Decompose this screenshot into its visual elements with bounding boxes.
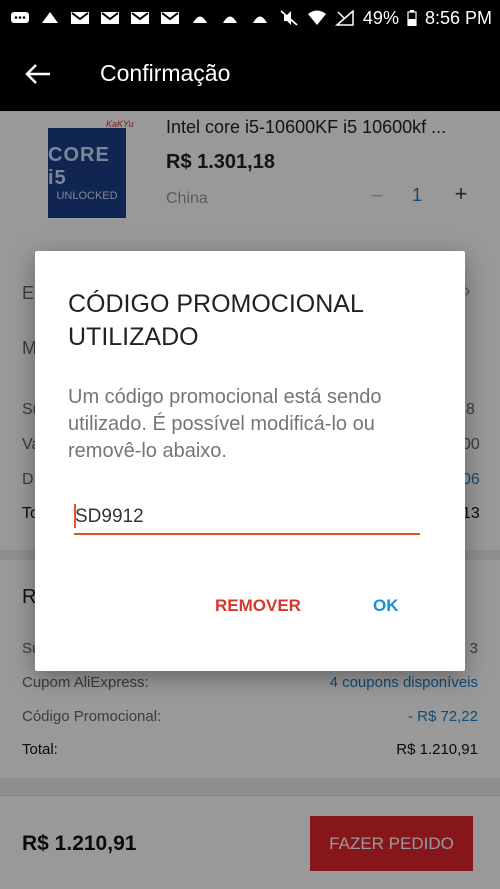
back-arrow-icon[interactable] [8, 36, 68, 111]
app-icon [190, 10, 210, 26]
app-icon [220, 10, 240, 26]
status-bar: 49% 8:56 PM [0, 0, 500, 36]
cloud-icon [40, 10, 60, 26]
gmail-icon [100, 10, 120, 26]
chat-icon [10, 10, 30, 26]
battery-percent: 49% [362, 7, 399, 28]
dialog-message: Um código promocional está sendo utiliza… [68, 386, 382, 462]
no-signal-icon [334, 9, 355, 26]
promo-code-dialog: CÓDIGO PROMOCIONAL UTILIZADO Um código p… [35, 251, 465, 671]
notification-icons [10, 10, 270, 26]
remove-button[interactable]: REMOVER [205, 586, 311, 626]
wifi-icon [307, 10, 327, 26]
page-title: Confirmação [100, 60, 231, 86]
app-icon [250, 10, 270, 26]
gmail-icon [130, 10, 150, 26]
mute-icon [279, 10, 299, 26]
promo-code-input[interactable] [74, 501, 420, 535]
gmail-icon [160, 10, 180, 26]
dialog-title: CÓDIGO PROMOCIONAL UTILIZADO [68, 290, 363, 351]
battery-icon [407, 10, 417, 27]
system-icons: 49% 8:56 PM [279, 8, 492, 29]
gmail-icon [70, 10, 90, 26]
clock: 8:56 PM [424, 7, 492, 28]
text-cursor [74, 504, 76, 528]
ok-button[interactable]: OK [363, 586, 409, 626]
app-bar: Confirmação [0, 36, 500, 111]
